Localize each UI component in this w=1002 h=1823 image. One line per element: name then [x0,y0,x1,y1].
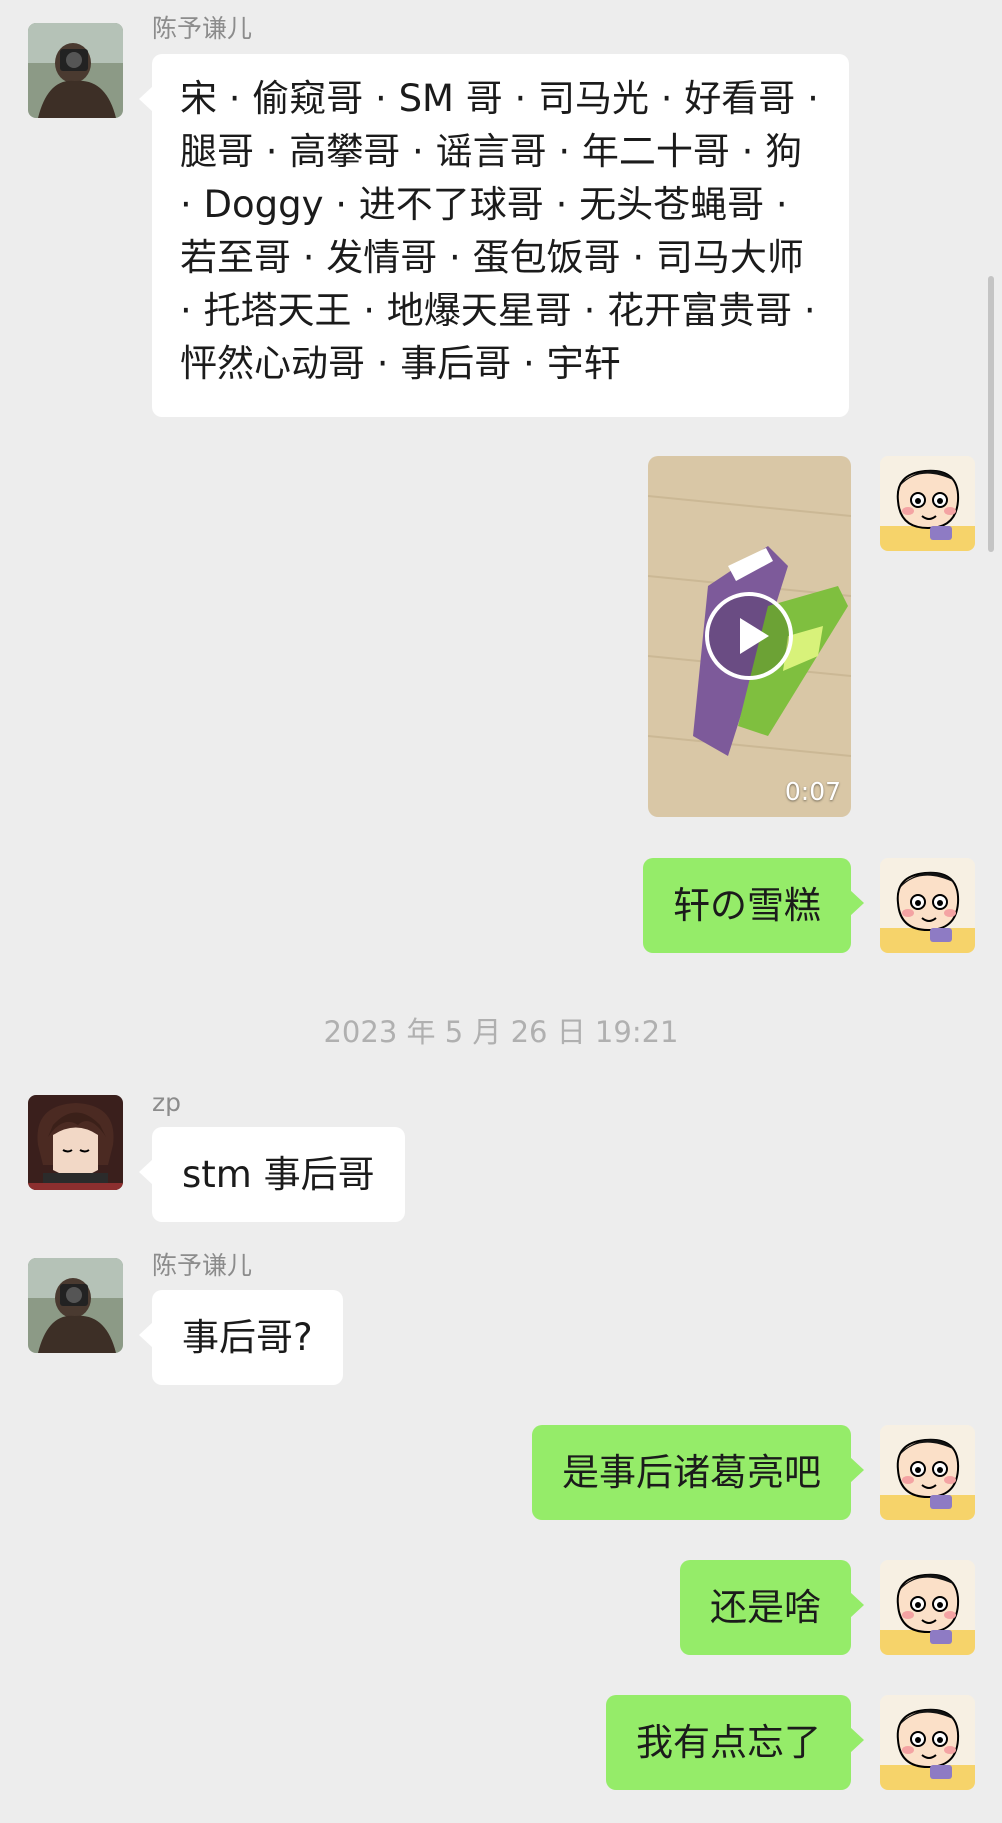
chat-timestamp: 2023 年 5 月 26 日 19:21 [323,1015,679,1049]
avatar-chenyuqianer[interactable] [28,1258,123,1353]
video-duration: 0:07 [784,777,841,806]
cartoon-avatar-icon [880,1560,975,1655]
avatar-self[interactable] [880,1425,975,1520]
sender-name: zp [152,1088,181,1117]
avatar-chenyuqianer[interactable] [28,23,123,118]
message-bubble[interactable]: 还是啥 [680,1560,864,1655]
avatar-self[interactable] [880,1560,975,1655]
anime-avatar-icon [28,1095,123,1190]
cartoon-avatar-icon [880,1695,975,1790]
play-icon[interactable] [703,590,795,682]
message-bubble[interactable]: 轩の雪糕 [643,858,864,953]
avatar-self[interactable] [880,1695,975,1790]
message-bubble[interactable]: 是事后诸葛亮吧 [532,1425,864,1520]
scrollbar[interactable] [988,276,994,552]
cartoon-avatar-icon [880,858,975,953]
video-message[interactable]: 0:07 [648,456,851,817]
photo-avatar-icon [28,23,123,118]
avatar-zp[interactable] [28,1095,123,1190]
avatar-self[interactable] [880,858,975,953]
cartoon-avatar-icon [880,456,975,551]
message-bubble[interactable]: stm 事后哥 [139,1127,405,1222]
avatar-self[interactable] [880,456,975,551]
sender-name: 陈予谦儿 [152,1251,253,1280]
cartoon-avatar-icon [880,1425,975,1520]
message-bubble[interactable]: 事后哥? [139,1290,343,1385]
sender-name: 陈予谦儿 [152,14,253,43]
message-bubble-long[interactable]: 宋 · 偷窥哥 · SM 哥 · 司马光 · 好看哥 · 腿哥 · 高攀哥 · … [139,54,849,417]
message-bubble[interactable]: 我有点忘了 [606,1695,864,1790]
photo-avatar-icon [28,1258,123,1353]
chat-area[interactable]: 陈予谦儿 宋 · 偷窥哥 · SM 哥 · 司马光 · 好看哥 · 腿哥 · 高… [0,0,1002,1823]
